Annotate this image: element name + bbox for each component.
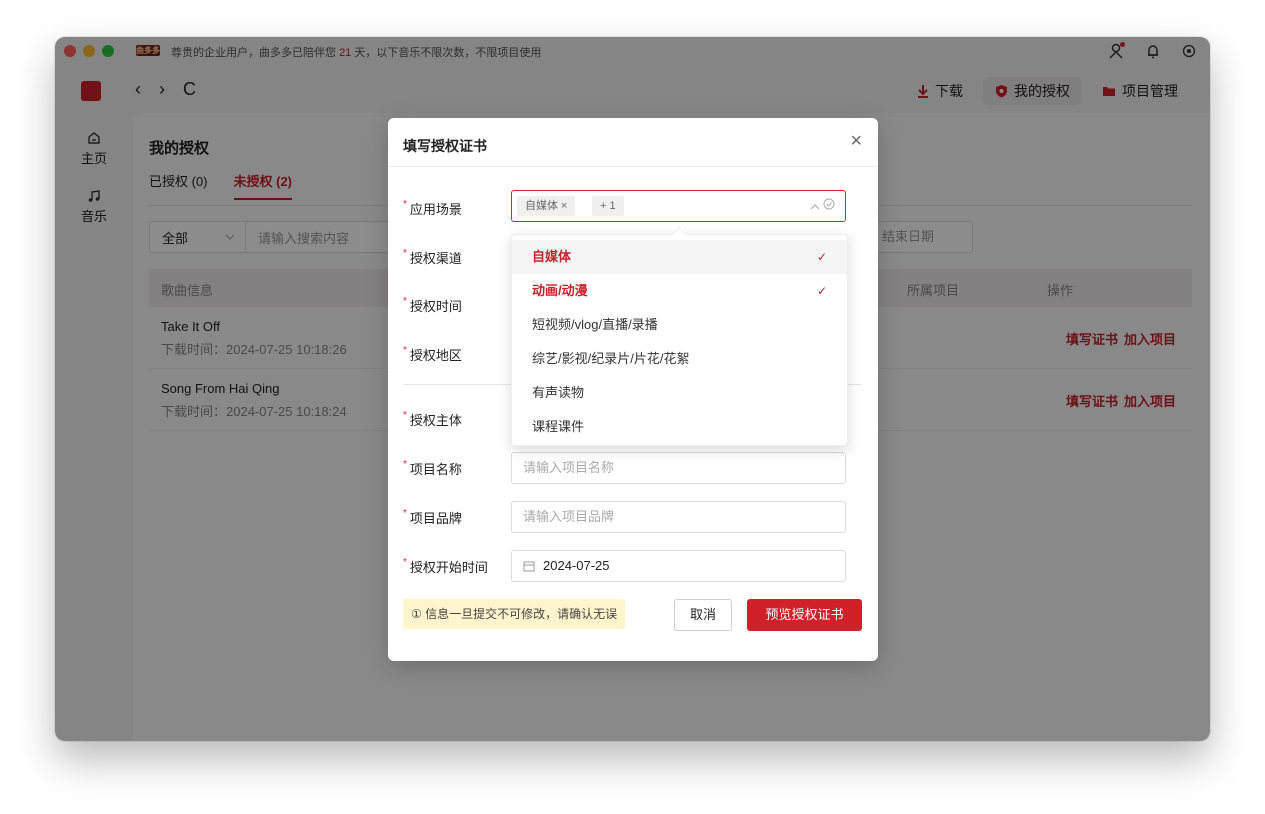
start-date-label: * 授权开始时间 (403, 557, 488, 575)
scene-option[interactable]: 动画/动漫 ✓ (512, 274, 847, 308)
scene-select-icons (810, 198, 835, 213)
scene-select[interactable]: 自媒体 × + 1 (511, 190, 846, 222)
check-circle-icon (823, 198, 835, 210)
scene-dropdown: 自媒体 ✓ 动画/动漫 ✓ 短视频/vlog/直播/录播 综艺/影视/纪录片/片… (511, 226, 848, 446)
chevron-up-icon (810, 204, 820, 210)
calendar-icon (523, 561, 535, 572)
check-icon: ✓ (816, 250, 827, 264)
scene-option[interactable]: 有声读物 (512, 376, 847, 410)
project-name-label: * 项目名称 (403, 459, 462, 477)
scene-tag[interactable]: 自媒体 × (517, 196, 576, 216)
region-label: * 授权地区 (403, 345, 462, 363)
channel-label: * 授权渠道 (403, 248, 462, 266)
modal-divider (388, 166, 878, 167)
scene-option[interactable]: 综艺/影视/纪录片/片花/花絮 (512, 342, 847, 376)
start-date-input[interactable]: 2024-07-25 (511, 550, 846, 582)
scene-option[interactable]: 自媒体 ✓ (512, 240, 847, 274)
warning-notice: ① 信息一旦提交不可修改，请确认无误 (403, 599, 626, 629)
scene-label: * 应用场景 (403, 199, 462, 217)
project-name-input[interactable]: 请输入项目名称 (511, 452, 846, 484)
scene-option[interactable]: 短视频/vlog/直播/录播 (512, 308, 847, 342)
preview-certificate-button[interactable]: 预览授权证书 (747, 599, 862, 631)
scene-option[interactable]: 课程课件 (512, 410, 847, 444)
project-brand-label: * 项目品牌 (403, 508, 462, 526)
project-brand-input[interactable]: 请输入项目品牌 (511, 501, 846, 533)
cancel-button[interactable]: 取消 (674, 599, 732, 631)
modal-title: 填写授权证书 (403, 138, 487, 154)
close-icon[interactable]: × (850, 130, 862, 153)
check-icon: ✓ (816, 284, 827, 298)
scene-more-tag: + 1 (592, 196, 624, 216)
subject-label: * 授权主体 (403, 410, 462, 428)
period-label: * 授权时间 (403, 296, 462, 314)
